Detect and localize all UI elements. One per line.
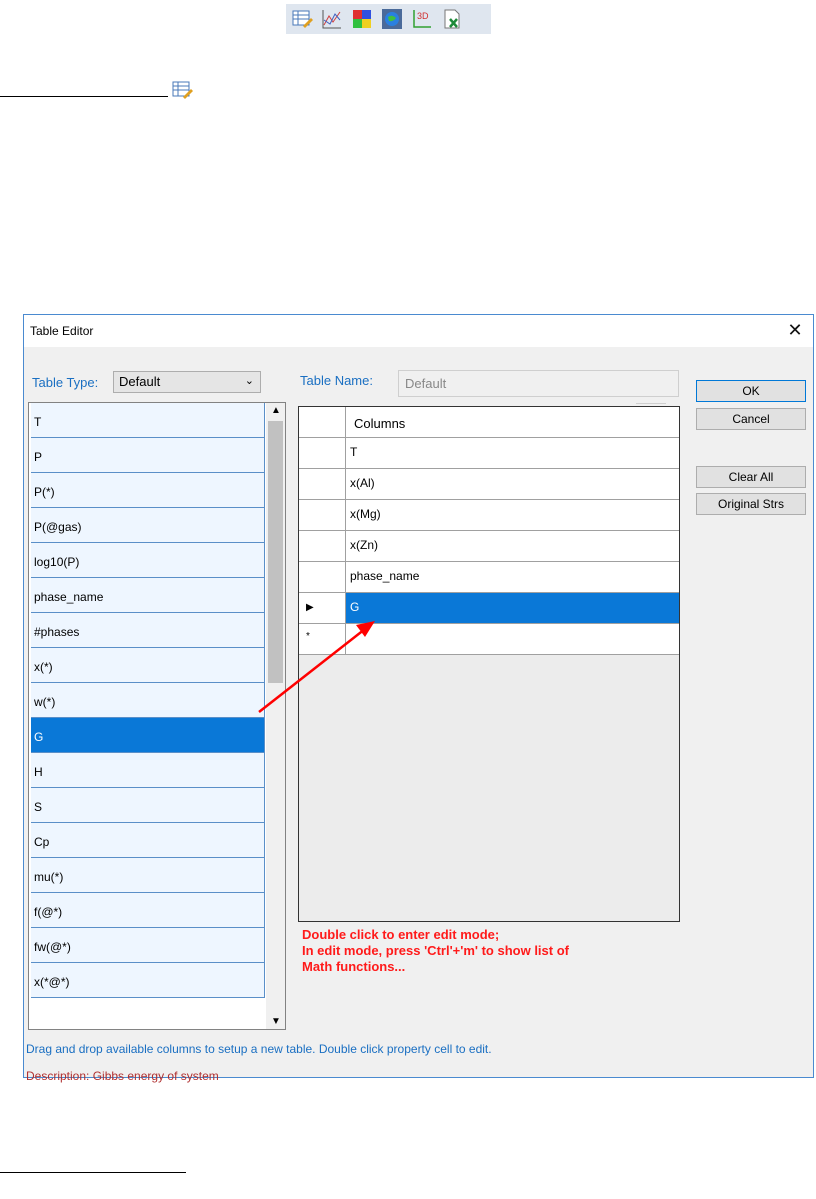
scroll-thumb[interactable] (268, 421, 283, 683)
list-item[interactable]: x(*@*) (31, 963, 265, 998)
3d-label: 3D (417, 11, 429, 21)
hint-line: Double click to enter edit mode; (302, 927, 500, 942)
row-header[interactable]: ▶ (299, 593, 346, 624)
columns-grid[interactable]: Columns T x(Al) x(Mg) x(Zn) phase_name ▶… (298, 406, 680, 922)
scroll-up-icon[interactable]: ▲ (271, 405, 281, 416)
table-row-selected[interactable]: ▶ G (299, 593, 679, 624)
toolbar-strip: 3D (286, 4, 491, 34)
list-item[interactable]: P(@gas) (31, 508, 265, 543)
list-item[interactable]: P (31, 438, 265, 473)
list-item[interactable]: w(*) (31, 683, 265, 718)
row-header[interactable] (299, 469, 346, 500)
grid-cell[interactable]: T (346, 438, 679, 469)
edit-hint: Double click to enter edit mode; In edit… (302, 927, 569, 975)
title-bar: Table Editor ✕ (24, 315, 813, 347)
scroll-down-icon[interactable]: ▼ (271, 1016, 281, 1027)
grid-header-columns[interactable]: Columns (346, 407, 679, 438)
list-scrollbar[interactable]: ▲ ▼ (266, 403, 285, 1029)
chevron-down-icon: ⌄ (244, 375, 254, 387)
footnote-rule (0, 1172, 186, 1173)
list-item[interactable]: P(*) (31, 473, 265, 508)
table-row[interactable]: x(Mg) (299, 500, 679, 531)
table-row[interactable]: x(Al) (299, 469, 679, 500)
table-row[interactable]: T (299, 438, 679, 469)
list-item[interactable]: fw(@*) (31, 928, 265, 963)
grid-cell[interactable]: x(Zn) (346, 531, 679, 562)
line-chart-icon[interactable] (320, 7, 344, 31)
list-item[interactable]: x(*) (31, 648, 265, 683)
ok-button[interactable]: OK (696, 380, 806, 402)
cancel-button[interactable]: Cancel (696, 408, 806, 430)
grid-cell[interactable]: x(Al) (346, 469, 679, 500)
dialog-title: Table Editor (30, 324, 94, 338)
table-editor-icon[interactable] (290, 7, 314, 31)
table-name-input[interactable]: Default (398, 370, 679, 397)
original-strs-button[interactable]: Original Strs (696, 493, 806, 515)
row-header[interactable]: * (299, 624, 346, 655)
table-row[interactable]: x(Zn) (299, 531, 679, 562)
list-item[interactable]: f(@*) (31, 893, 265, 928)
list-item[interactable]: log10(P) (31, 543, 265, 578)
list-item[interactable]: H (31, 753, 265, 788)
globe-icon[interactable] (380, 7, 404, 31)
grid-cell[interactable]: x(Mg) (346, 500, 679, 531)
new-row-icon: * (306, 631, 310, 642)
list-item[interactable]: phase_name (31, 578, 265, 613)
hint-line: In edit mode, press 'Ctrl'+'m' to show l… (302, 943, 569, 958)
list-item[interactable]: T (31, 403, 265, 438)
table-row-new[interactable]: * (299, 624, 679, 655)
table-row[interactable]: phase_name (299, 562, 679, 593)
help-text: Drag and drop available columns to setup… (26, 1042, 492, 1056)
grid-cell[interactable]: phase_name (346, 562, 679, 593)
list-item[interactable]: Cp (31, 823, 265, 858)
close-icon[interactable]: ✕ (785, 320, 805, 341)
list-item[interactable]: mu(*) (31, 858, 265, 893)
excel-export-icon[interactable] (440, 7, 464, 31)
grid-cell[interactable] (346, 624, 679, 655)
3d-plot-icon[interactable]: 3D (410, 7, 434, 31)
table-editor-dialog: Table Editor ✕ Table Type: Default ⌄ Tab… (23, 314, 814, 1083)
list-item-selected[interactable]: G (31, 718, 265, 753)
table-editor-icon (172, 80, 194, 100)
available-columns-list[interactable]: T P P(*) P(@gas) log10(P) phase_name #ph… (28, 402, 286, 1030)
clear-all-button[interactable]: Clear All (696, 466, 806, 488)
row-header[interactable] (299, 531, 346, 562)
row-header[interactable] (299, 438, 346, 469)
table-name-label: Table Name: (300, 373, 373, 388)
list-item[interactable]: #phases (31, 613, 265, 648)
hint-line: Math functions... (302, 959, 406, 974)
underline-rule (0, 96, 168, 97)
description-text: Description: Gibbs energy of system (26, 1069, 219, 1083)
list-item[interactable]: S (31, 788, 265, 823)
table-type-select[interactable]: Default ⌄ (113, 371, 261, 393)
color-grid-icon[interactable] (350, 7, 374, 31)
grid-cell[interactable]: G (346, 593, 679, 624)
row-header[interactable] (299, 562, 346, 593)
table-type-value: Default (119, 374, 161, 389)
current-row-icon: ▶ (306, 602, 314, 613)
row-header (299, 407, 346, 438)
row-header[interactable] (299, 500, 346, 531)
table-type-label: Table Type: (32, 375, 99, 390)
grid-header-row: Columns (299, 407, 679, 438)
